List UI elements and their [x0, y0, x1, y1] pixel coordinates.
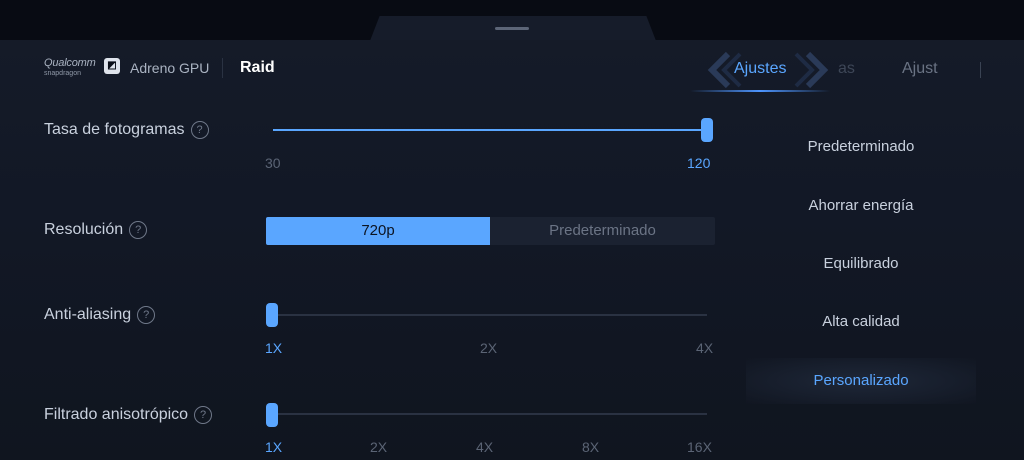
- anisotropic-thumb[interactable]: [266, 403, 278, 427]
- resolution-option-720p[interactable]: 720p: [266, 217, 490, 245]
- anisotropic-tick-4x[interactable]: 4X: [476, 439, 493, 455]
- preset-high-quality[interactable]: Alta calidad: [746, 299, 976, 345]
- frame-rate-thumb[interactable]: [701, 118, 713, 142]
- preset-custom[interactable]: Personalizado: [746, 358, 976, 404]
- help-icon[interactable]: ?: [137, 306, 156, 324]
- resolution-segmented-control: 720p Predeterminado: [266, 217, 715, 245]
- tab-ajustes[interactable]: Ajustes: [734, 60, 786, 78]
- drag-handle[interactable]: [495, 27, 529, 30]
- frame-rate-track[interactable]: [273, 129, 709, 131]
- help-icon[interactable]: ?: [194, 406, 213, 424]
- preset-power-saving[interactable]: Ahorrar energía: [746, 183, 976, 229]
- tab-third[interactable]: Ajust: [902, 60, 938, 78]
- resolution-label: Resolución?: [44, 221, 148, 239]
- preset-default[interactable]: Predeterminado: [746, 124, 976, 170]
- help-icon[interactable]: ?: [190, 121, 209, 139]
- anisotropic-track[interactable]: [273, 413, 707, 415]
- anti-aliasing-tick-4x[interactable]: 4X: [696, 340, 713, 356]
- help-icon[interactable]: ?: [129, 221, 148, 239]
- frame-rate-min: 30: [265, 155, 281, 171]
- active-tab-indicator: [690, 90, 830, 92]
- header-divider: [222, 58, 223, 78]
- tab-bar: Ajustes as Ajust: [690, 44, 1024, 94]
- anti-aliasing-track[interactable]: [273, 314, 707, 316]
- anti-aliasing-label: Anti-aliasing?: [44, 306, 156, 324]
- preset-balanced[interactable]: Equilibrado: [746, 241, 976, 287]
- anti-aliasing-tick-2x[interactable]: 2X: [480, 340, 497, 356]
- frame-rate-max: 120: [687, 155, 711, 171]
- anti-aliasing-thumb[interactable]: [266, 303, 278, 327]
- anisotropic-tick-16x[interactable]: 16X: [687, 439, 712, 455]
- anisotropic-label: Filtrado anisotrópico?: [44, 406, 213, 424]
- anisotropic-tick-8x[interactable]: 8X: [582, 439, 599, 455]
- tab-second[interactable]: as: [838, 60, 855, 78]
- anisotropic-tick-1x[interactable]: 1X: [265, 439, 282, 455]
- anti-aliasing-tick-1x[interactable]: 1X: [265, 340, 282, 356]
- gpu-label: Adreno GPU: [130, 60, 210, 76]
- qualcomm-snapdragon-logo: Qualcomm snapdragon: [44, 57, 96, 78]
- anisotropic-tick-2x[interactable]: 2X: [370, 439, 387, 455]
- adreno-chip-icon: ◩: [104, 58, 120, 74]
- resolution-option-default[interactable]: Predeterminado: [490, 217, 715, 245]
- game-title: Raid: [240, 59, 275, 76]
- tab-separator: [980, 62, 981, 78]
- frame-rate-label: Tasa de fotogramas?: [44, 121, 209, 139]
